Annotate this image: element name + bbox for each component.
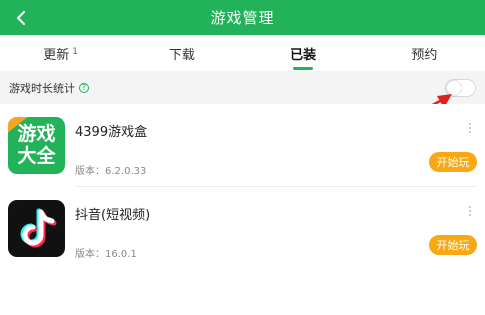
icon-text-line2: 大全 (17, 145, 56, 167)
playtime-stats-row: 游戏时长统计 ? (0, 71, 485, 104)
start-play-button[interactable]: 开始玩 (429, 235, 477, 255)
page-title: 游戏管理 (210, 9, 275, 27)
updates-count-badge: 1 (72, 47, 78, 57)
icon-text-line1: 游戏 (17, 123, 56, 145)
tab-installed[interactable]: 已装 (243, 35, 364, 71)
tab-updates[interactable]: 更新 1 (0, 35, 121, 71)
start-play-button[interactable]: 开始玩 (429, 152, 477, 172)
back-button[interactable] (8, 0, 34, 35)
playtime-stats-label: 游戏时长统计 (9, 81, 75, 95)
list-item[interactable]: 抖音(短视频) 版本：16.0.1 开始玩 (0, 187, 485, 270)
more-options-icon[interactable] (468, 206, 472, 220)
tab-downloads-label: 下载 (168, 47, 195, 63)
back-chevron-icon (17, 10, 25, 25)
list-item[interactable]: 游戏 大全 4399游戏盒 版本：6.2.0.33 开始玩 (0, 104, 485, 187)
tab-reservations-label: 预约 (411, 47, 438, 63)
tab-updates-label: 更新 (43, 47, 70, 63)
app-version: 版本：6.2.0.33 (75, 166, 147, 177)
app-version: 版本：16.0.1 (75, 249, 137, 260)
app-name: 4399游戏盒 (75, 125, 148, 140)
playtime-stats-toggle[interactable] (445, 79, 476, 97)
app-icon-tiktok (8, 200, 65, 257)
app-icon-4399: 游戏 大全 (8, 117, 65, 174)
top-bar: 游戏管理 (0, 0, 485, 35)
app-name: 抖音(短视频) (75, 208, 151, 223)
app-screen: 游戏管理 更新 1 下载 已装 预约 游戏时长统计 ? 游戏 大全 4399游戏… (0, 0, 485, 315)
help-icon[interactable]: ? (79, 82, 89, 93)
tab-reservations[interactable]: 预约 (364, 35, 485, 71)
tab-bar: 更新 1 下载 已装 预约 (0, 35, 485, 71)
toggle-knob (447, 81, 461, 95)
more-options-icon[interactable] (468, 123, 472, 137)
tab-downloads[interactable]: 下载 (121, 35, 242, 71)
tab-installed-label: 已装 (290, 47, 317, 63)
tiktok-note-icon (20, 208, 57, 248)
